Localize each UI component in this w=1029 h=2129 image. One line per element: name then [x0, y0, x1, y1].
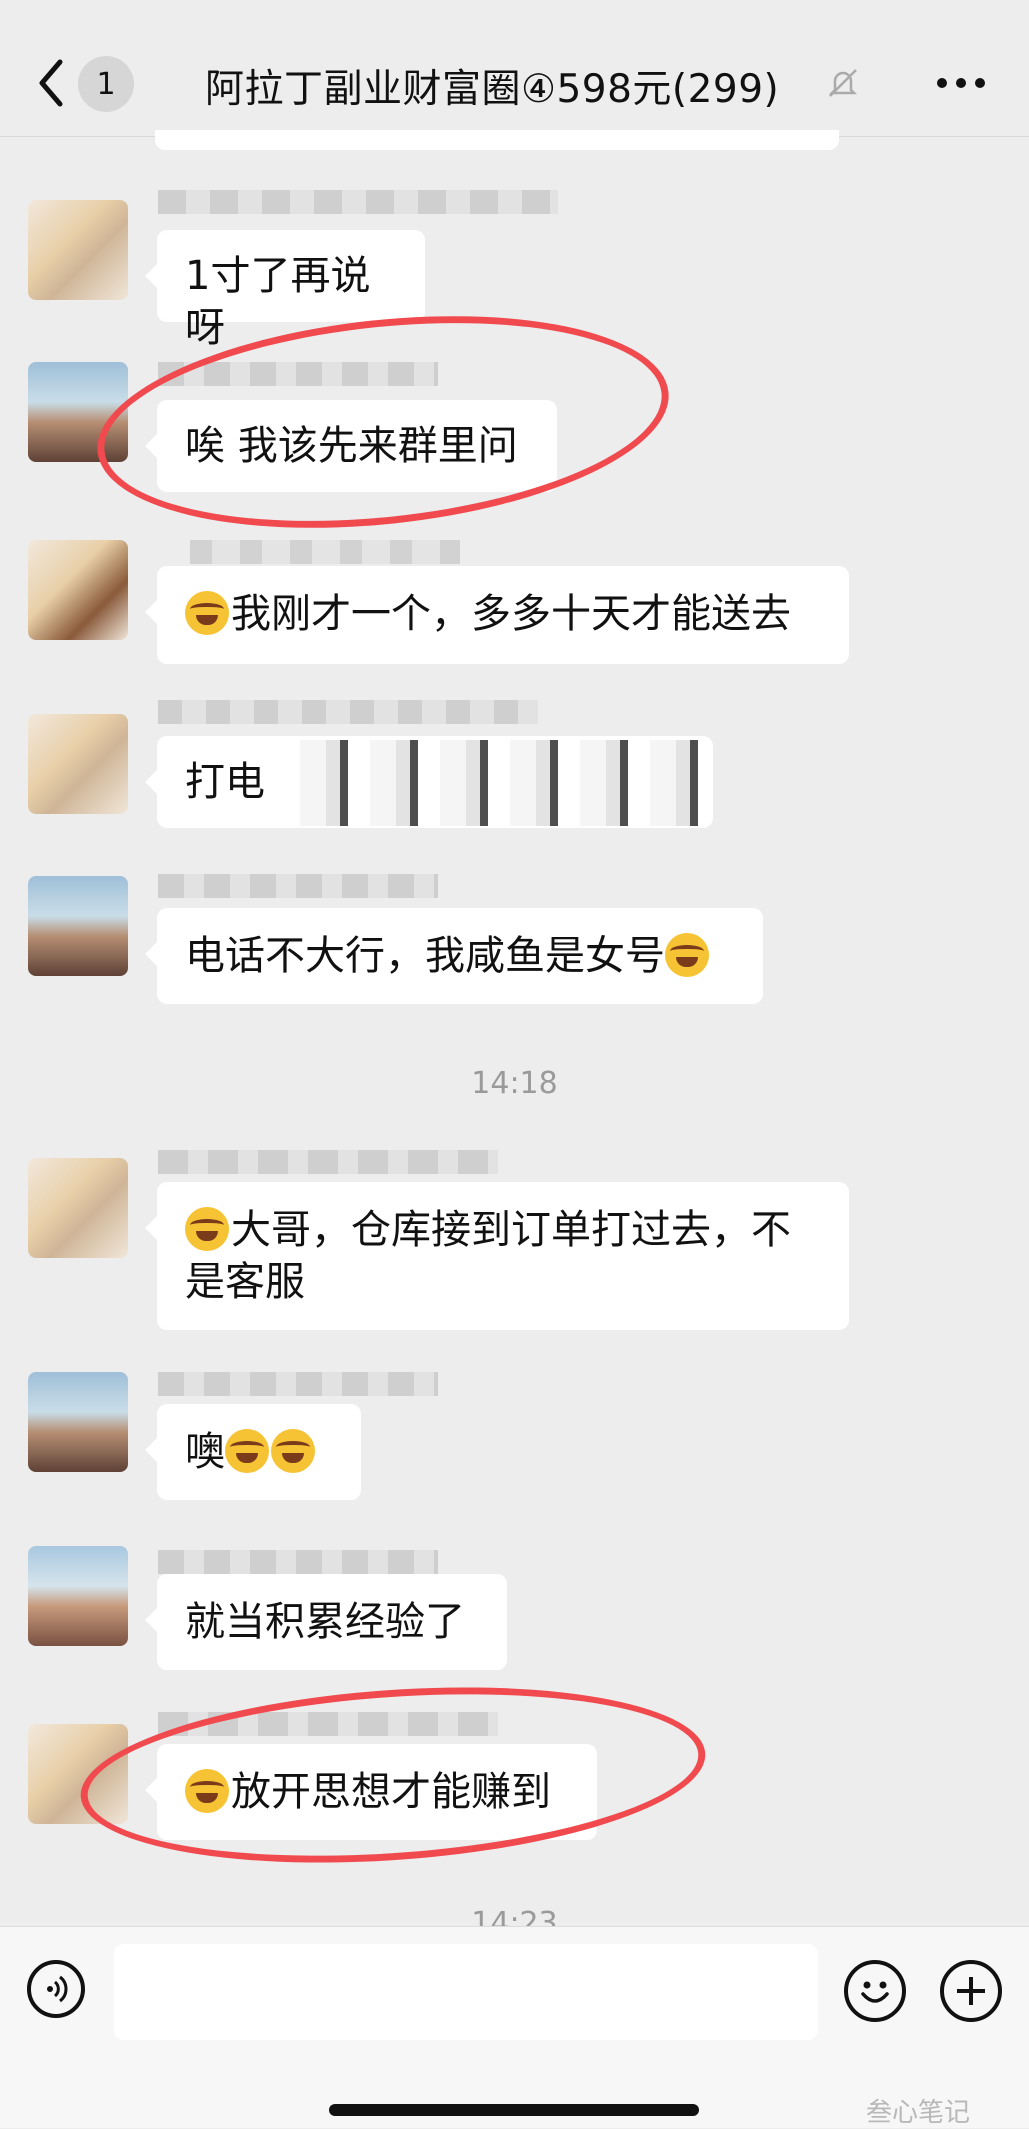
message-text: 大哥，仓库接到订单打过去，不是客服: [185, 1207, 791, 1305]
avatar[interactable]: [28, 1158, 128, 1258]
nickname-blurred: [158, 190, 558, 214]
message-text: 就当积累经验了: [185, 1599, 465, 1645]
highlight-circle: [86, 290, 680, 554]
nickname-blurred: [158, 1372, 438, 1396]
message-input[interactable]: [114, 1944, 818, 2040]
face-with-tears-emoji: [665, 933, 709, 977]
bell-slash-icon: [828, 69, 858, 97]
message-timestamp: 14:18: [471, 1066, 558, 1101]
voice-icon[interactable]: [27, 1960, 85, 2018]
more-dots-icon[interactable]: [936, 70, 986, 96]
message-bubble[interactable]: 噢: [145, 1404, 361, 1500]
message-text: 电话不大行，我咸鱼是女号: [185, 933, 665, 979]
face-with-tears-emoji: [185, 591, 229, 635]
face-with-tears-emoji: [271, 1429, 315, 1473]
avatar[interactable]: [28, 1546, 128, 1646]
avatar[interactable]: [28, 540, 128, 640]
message-text: 噢: [185, 1429, 225, 1475]
home-indicator[interactable]: [329, 2104, 699, 2116]
message-text: 打电: [185, 759, 265, 805]
avatar[interactable]: [28, 1372, 128, 1472]
face-with-tears-emoji: [185, 1207, 229, 1251]
message-bubble[interactable]: 1寸了再说呀: [145, 230, 425, 351]
avatar[interactable]: [28, 714, 128, 814]
nickname-blurred: [158, 874, 438, 898]
message-bubble[interactable]: 就当积累经验了: [145, 1574, 507, 1670]
message-bubble[interactable]: 电话不大行，我咸鱼是女号: [145, 908, 763, 1004]
message-text: 我刚才一个，多多十天才能送去: [231, 591, 791, 637]
redaction-blur: [300, 740, 710, 826]
plus-circle-icon[interactable]: [940, 1960, 1002, 2022]
message-top-partial: [155, 130, 839, 150]
face-with-tears-emoji: [225, 1429, 269, 1473]
highlight-circle: [74, 1668, 712, 1882]
chat-header: 1 阿拉丁副业财富圈④598元(299): [0, 0, 1029, 137]
nickname-blurred: [158, 1150, 498, 1174]
nickname-blurred: [190, 540, 460, 564]
nickname-blurred: [158, 1550, 438, 1574]
nickname-blurred: [158, 700, 538, 724]
smiley-icon[interactable]: [844, 1960, 906, 2022]
chat-title: 阿拉丁副业财富圈④598元(299): [205, 67, 780, 112]
avatar[interactable]: [28, 200, 128, 300]
message-bubble[interactable]: 我刚才一个，多多十天才能送去: [145, 566, 849, 664]
chevron-left-icon[interactable]: [36, 58, 66, 108]
watermark: 叁心笔记: [866, 2098, 971, 2128]
unread-count-badge[interactable]: 1: [78, 56, 134, 112]
avatar[interactable]: [28, 876, 128, 976]
message-bubble[interactable]: 大哥，仓库接到订单打过去，不是客服: [145, 1182, 849, 1330]
